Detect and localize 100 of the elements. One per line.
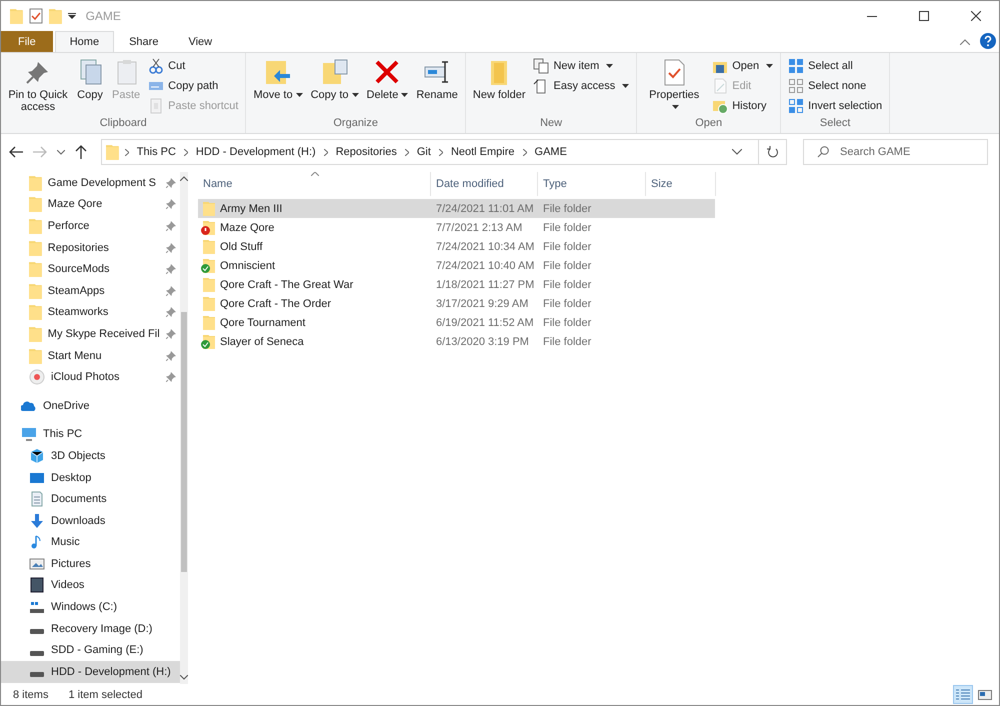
nav-item[interactable]: OneDrive: [1, 394, 180, 417]
ribbon-button[interactable]: History: [709, 97, 776, 115]
column-header[interactable]: Type: [538, 172, 646, 196]
up-button[interactable]: [75, 145, 87, 159]
ribbon-button[interactable]: Properties: [641, 55, 708, 117]
collapse-chevron-icon[interactable]: [960, 39, 970, 45]
pin-icon: [166, 286, 176, 296]
breadcrumb[interactable]: Repositories: [334, 146, 399, 158]
scrollbar[interactable]: [180, 172, 188, 684]
scrollbar-thumb[interactable]: [180, 312, 187, 572]
nav-item[interactable]: Music: [1, 532, 180, 554]
nav-item[interactable]: Videos: [1, 574, 180, 596]
file-name: Qore Craft - The Order: [198, 296, 431, 311]
ribbon-button[interactable]: Open: [709, 57, 776, 75]
breadcrumb[interactable]: GAME: [532, 146, 569, 158]
ribbon-button[interactable]: Cut: [145, 57, 242, 75]
close-icon: [971, 11, 981, 21]
nav-item[interactable]: Windows (C:): [1, 596, 180, 618]
breadcrumb[interactable]: Neotl Empire: [448, 146, 517, 158]
nav-item[interactable]: Recovery Image (D:): [1, 618, 180, 640]
search-field[interactable]: Search GAME: [803, 139, 988, 165]
ribbon-button[interactable]: Copy path: [145, 77, 242, 95]
nav-item[interactable]: Documents: [1, 488, 180, 510]
date-modified: 6/13/2020 3:19 PM: [435, 336, 530, 348]
nav-item[interactable]: Downloads: [1, 510, 180, 532]
breadcrumb[interactable]: HDD - Development (H:): [194, 146, 318, 158]
file-row[interactable]: Slayer of Seneca 6/13/2020 3:19 PM File folder: [198, 332, 715, 351]
back-button[interactable]: [9, 146, 23, 158]
download-arrow-icon: [29, 512, 45, 529]
file-row[interactable]: Omniscient 7/24/2021 10:40 AM File folder: [198, 256, 715, 275]
nav-item[interactable]: iCloud Photos: [1, 366, 180, 388]
breadcrumb[interactable]: This PC: [134, 146, 178, 158]
nav-item[interactable]: SDD - Gaming (E:): [1, 639, 180, 662]
file-name: Qore Craft - The Great War: [198, 277, 431, 292]
ribbon-button[interactable]: Pin to Quick access: [5, 55, 71, 117]
recent-locations-button[interactable]: [57, 150, 65, 154]
file-type: File folder: [542, 240, 592, 252]
date-modified: 7/7/2021 2:13 AM: [435, 222, 524, 234]
pin-icon: [166, 372, 176, 382]
file-row[interactable]: Maze Qore 7/7/2021 2:13 AM File folder: [198, 218, 715, 237]
details-view-button[interactable]: [953, 685, 973, 704]
nav-item[interactable]: SourceMods: [1, 258, 180, 280]
nav-item[interactable]: Maze Qore: [1, 194, 180, 216]
scissors-icon: [148, 58, 164, 74]
nav-item[interactable]: Desktop: [1, 466, 180, 488]
properties-icon[interactable]: [28, 8, 43, 24]
scroll-up-icon[interactable]: [180, 176, 188, 181]
nav-item[interactable]: Steamworks: [1, 302, 180, 324]
new-folder-icon: [48, 8, 62, 24]
column-header[interactable]: Size: [646, 172, 716, 196]
new-item-icon: [533, 58, 550, 74]
file-menu-tab[interactable]: File: [1, 31, 53, 52]
breadcrumb[interactable]: Git: [414, 146, 433, 158]
column-header[interactable]: Name: [198, 172, 431, 196]
ribbon-button[interactable]: Easy access: [530, 77, 632, 95]
file-row[interactable]: Qore Tournament 6/19/2021 11:52 AM File folder: [198, 313, 715, 332]
column-header[interactable]: Date modified: [431, 172, 538, 196]
caret-icon[interactable]: [68, 13, 76, 19]
maximize-icon: [919, 11, 929, 21]
ribbon-button[interactable]: Select none: [785, 77, 886, 95]
file-name: Omniscient: [198, 258, 431, 273]
file-row[interactable]: Qore Craft - The Great War 1/18/2021 11:27 PM File folder: [198, 275, 715, 294]
edit-icon: [712, 78, 728, 94]
ribbon-button[interactable]: Delete: [364, 55, 412, 117]
file-row[interactable]: Army Men III 7/24/2021 11:01 AM File folder: [198, 199, 715, 218]
file-row[interactable]: Qore Craft - The Order 3/17/2021 9:29 AM File folder: [198, 294, 715, 313]
ribbon-button[interactable]: Invert selection: [785, 97, 886, 115]
scroll-down-icon[interactable]: [180, 675, 188, 680]
file-name: Slayer of Seneca: [198, 334, 431, 349]
address-bar[interactable]: This PC HDD - Development (H:) Repositories Git Neotl Empire GAME: [101, 139, 759, 165]
refresh-button[interactable]: [759, 139, 787, 165]
nav-item[interactable]: HDD - Development (H:): [1, 661, 180, 683]
pin-icon: [166, 220, 176, 231]
dropdown-chevron-icon[interactable]: [732, 149, 742, 155]
nav-item[interactable]: SteamApps: [1, 280, 180, 302]
ribbon-button[interactable]: Select all: [785, 57, 886, 75]
nav-item[interactable]: Start Menu: [1, 344, 180, 366]
system-drive-icon: [29, 599, 45, 616]
ribbon-button[interactable]: Copy to: [308, 55, 362, 117]
selection-count: 1 item selected: [68, 688, 142, 700]
ribbon-button[interactable]: Rename: [413, 55, 461, 117]
ribbon-button[interactable]: New folder: [470, 55, 528, 117]
ribbon-tab[interactable]: View: [173, 31, 228, 52]
nav-item[interactable]: 3D Objects: [1, 445, 180, 467]
search-icon: [817, 146, 829, 158]
nav-item[interactable]: Game Development S: [1, 172, 180, 194]
nav-item[interactable]: Perforce: [1, 215, 180, 237]
ribbon-tab[interactable]: Home: [54, 31, 114, 52]
nav-item[interactable]: Repositories: [1, 236, 180, 258]
file-type: File folder: [542, 298, 592, 310]
ribbon-tab[interactable]: Share: [114, 31, 174, 52]
ribbon-button[interactable]: Copy: [73, 55, 107, 117]
file-name: Army Men III: [198, 201, 431, 216]
nav-item[interactable]: This PC: [1, 424, 180, 446]
nav-item[interactable]: My Skype Received Fil: [1, 323, 180, 345]
nav-item[interactable]: Pictures: [1, 553, 180, 575]
ribbon-button[interactable]: New item: [530, 57, 632, 75]
ribbon-button[interactable]: Move to: [250, 55, 306, 117]
help-icon[interactable]: [980, 33, 996, 49]
file-row[interactable]: Old Stuff 7/24/2021 10:34 AM File folder: [198, 237, 715, 256]
